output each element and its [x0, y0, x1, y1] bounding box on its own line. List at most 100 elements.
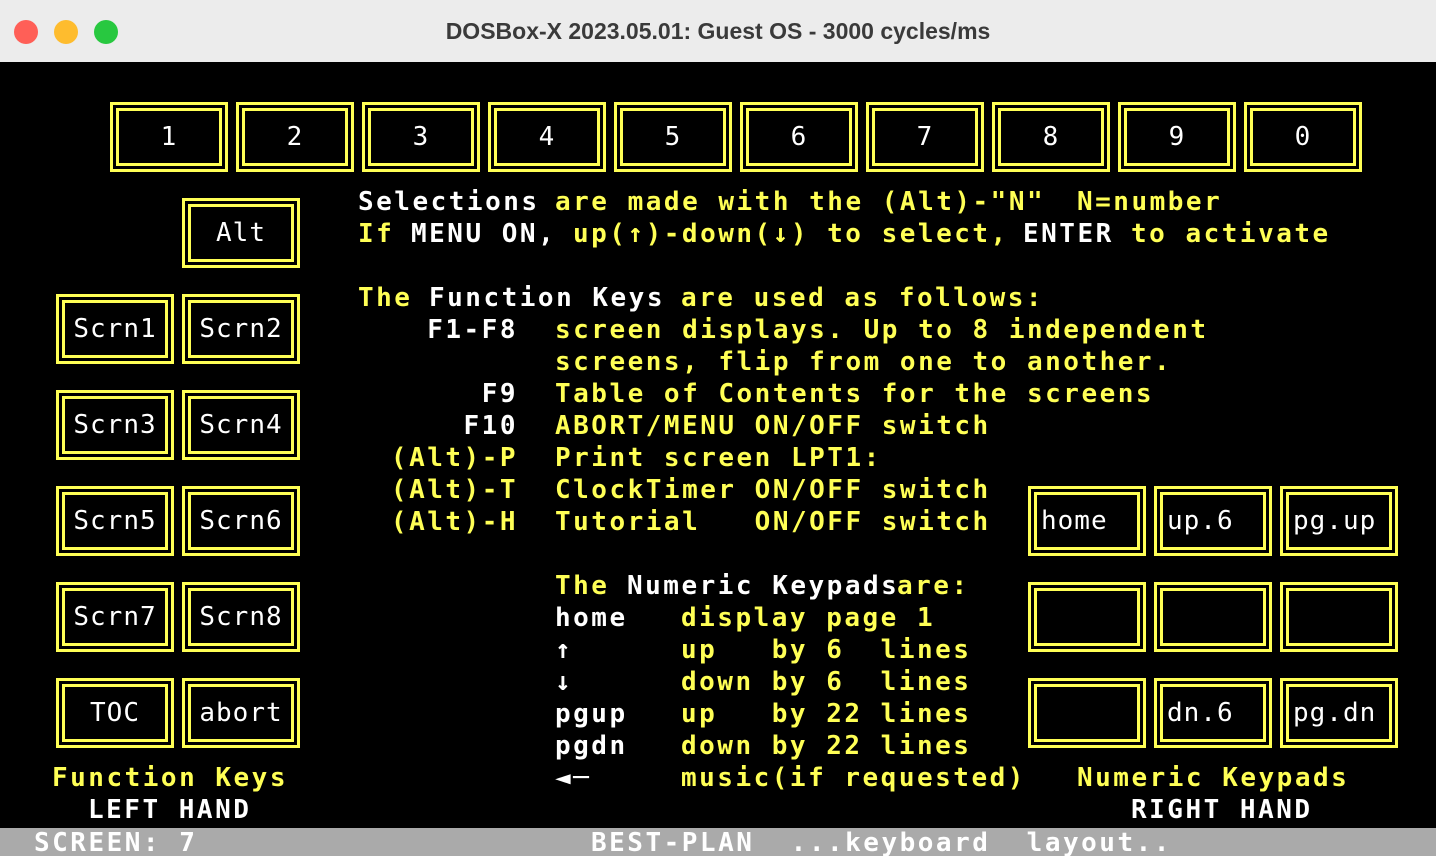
keypad-key-pgup[interactable]: pg.up: [1280, 486, 1398, 556]
key-label: dn.6: [1167, 698, 1234, 728]
key-label: Alt: [216, 218, 266, 248]
dos-screen[interactable]: 1 2 3 4 5 6 7 8 9 0 Alt Scrn1 Scrn2 Scrn…: [0, 62, 1436, 828]
number-key-4[interactable]: 4: [488, 102, 606, 172]
status-bar: SCREEN: 7 BEST-PLAN ...keyboard layout..: [0, 828, 1436, 856]
keypad-key-up6[interactable]: up.6: [1154, 486, 1272, 556]
function-key-scrn5[interactable]: Scrn5: [56, 486, 174, 556]
function-row-key: (Alt)-H: [390, 507, 518, 537]
function-section-title: are used as follows:: [681, 283, 1045, 313]
function-row-key: F9: [481, 379, 518, 409]
left-caption-title: Function Keys: [52, 763, 288, 793]
key-label: up.6: [1167, 506, 1234, 536]
music-arrow-icon: ◄─: [555, 763, 592, 793]
key-label: abort: [199, 698, 283, 728]
function-key-scrn7[interactable]: Scrn7: [56, 582, 174, 652]
function-key-abort[interactable]: abort: [182, 678, 300, 748]
key-label: Scrn2: [199, 314, 283, 344]
right-caption-title: Numeric Keypads: [1077, 763, 1350, 793]
keypad-row-desc: display page 1: [681, 603, 936, 633]
function-row-desc: Table of Contents for the screens: [555, 379, 1155, 409]
keypad-row-desc: up by 22 lines: [681, 699, 972, 729]
keypad-section-title: Numeric Keypads: [627, 571, 900, 601]
key-label: 2: [286, 122, 304, 152]
instruction-text: MENU ON,: [411, 219, 557, 249]
key-label: Scrn5: [73, 506, 157, 536]
key-label: Scrn8: [199, 602, 283, 632]
key-label: [1283, 585, 1395, 649]
keypad-section-title: are:: [897, 571, 970, 601]
key-label: [1157, 585, 1269, 649]
keypad-key-left[interactable]: [1028, 582, 1146, 652]
function-key-scrn4[interactable]: Scrn4: [182, 390, 300, 460]
number-key-1[interactable]: 1: [110, 102, 228, 172]
key-label: 3: [412, 122, 430, 152]
right-caption-hand: RIGHT HAND: [1131, 795, 1313, 825]
key-label: TOC: [90, 698, 140, 728]
instruction-text: up(↑)-down(↓) to select,: [573, 219, 1009, 249]
key-label: Scrn4: [199, 410, 283, 440]
number-key-8[interactable]: 8: [992, 102, 1110, 172]
number-key-9[interactable]: 9: [1118, 102, 1236, 172]
key-label: 1: [160, 122, 178, 152]
key-label: 8: [1042, 122, 1060, 152]
function-row-desc: ClockTimer ON/OFF switch: [555, 475, 991, 505]
key-label: 6: [790, 122, 808, 152]
window-titlebar: DOSBox-X 2023.05.01: Guest OS - 3000 cyc…: [0, 0, 1436, 63]
function-row-key: (Alt)-P: [390, 443, 518, 473]
key-label: 9: [1168, 122, 1186, 152]
instruction-text: ENTER: [1023, 219, 1114, 249]
keypad-key-pgdn[interactable]: pg.dn: [1280, 678, 1398, 748]
number-key-3[interactable]: 3: [362, 102, 480, 172]
keypad-row-desc: music(if requested): [681, 763, 1026, 793]
number-key-7[interactable]: 7: [866, 102, 984, 172]
key-label: pg.dn: [1293, 698, 1377, 728]
function-key-scrn1[interactable]: Scrn1: [56, 294, 174, 364]
instruction-text: Selections: [358, 187, 540, 217]
key-label: Scrn1: [73, 314, 157, 344]
keypad-row-key: home: [555, 603, 628, 633]
function-key-scrn6[interactable]: Scrn6: [182, 486, 300, 556]
function-key-scrn3[interactable]: Scrn3: [56, 390, 174, 460]
function-row-key: (Alt)-T: [390, 475, 518, 505]
keypad-row-desc: up by 6 lines: [681, 635, 972, 665]
number-key-0[interactable]: 0: [1244, 102, 1362, 172]
key-label: home: [1041, 506, 1108, 536]
keypad-row-desc: down by 22 lines: [681, 731, 972, 761]
instruction-text: N=number: [1077, 187, 1223, 217]
key-label: 0: [1294, 122, 1312, 152]
function-row-key: F10: [463, 411, 518, 441]
window-title: DOSBox-X 2023.05.01: Guest OS - 3000 cyc…: [445, 18, 991, 44]
status-message: BEST-PLAN ...keyboard layout..: [591, 828, 1172, 856]
key-label: Scrn6: [199, 506, 283, 536]
function-section-title: The: [358, 283, 413, 313]
keypad-row-desc: down by 6 lines: [681, 667, 972, 697]
function-key-toc[interactable]: TOC: [56, 678, 174, 748]
key-label: Scrn3: [73, 410, 157, 440]
function-row-desc: screens, flip from one to another.: [555, 347, 1173, 377]
instruction-text: to activate: [1131, 219, 1331, 249]
key-label: 4: [538, 122, 556, 152]
left-caption-hand: LEFT HAND: [88, 795, 252, 825]
function-row-desc: Tutorial ON/OFF switch: [555, 507, 991, 537]
keypad-key-home[interactable]: home: [1028, 486, 1146, 556]
key-label: 5: [664, 122, 682, 152]
keypad-row-key: ↑: [555, 635, 574, 665]
function-row-desc: screen displays. Up to 8 independent: [555, 315, 1209, 345]
instruction-text: If: [358, 219, 395, 249]
keypad-row-key: ↓: [555, 667, 574, 697]
keypad-key-right[interactable]: [1280, 582, 1398, 652]
number-key-6[interactable]: 6: [740, 102, 858, 172]
key-label: [1031, 681, 1143, 745]
key-label: Scrn7: [73, 602, 157, 632]
function-key-scrn2[interactable]: Scrn2: [182, 294, 300, 364]
keypad-key-center[interactable]: [1154, 582, 1272, 652]
keypad-key-end[interactable]: [1028, 678, 1146, 748]
keypad-key-dn6[interactable]: dn.6: [1154, 678, 1272, 748]
key-label: pg.up: [1293, 506, 1377, 536]
function-row-key: F1-F8: [427, 315, 518, 345]
number-key-2[interactable]: 2: [236, 102, 354, 172]
function-key-scrn8[interactable]: Scrn8: [182, 582, 300, 652]
keypad-section-title: The: [555, 571, 610, 601]
number-key-5[interactable]: 5: [614, 102, 732, 172]
alt-key[interactable]: Alt: [182, 198, 300, 268]
